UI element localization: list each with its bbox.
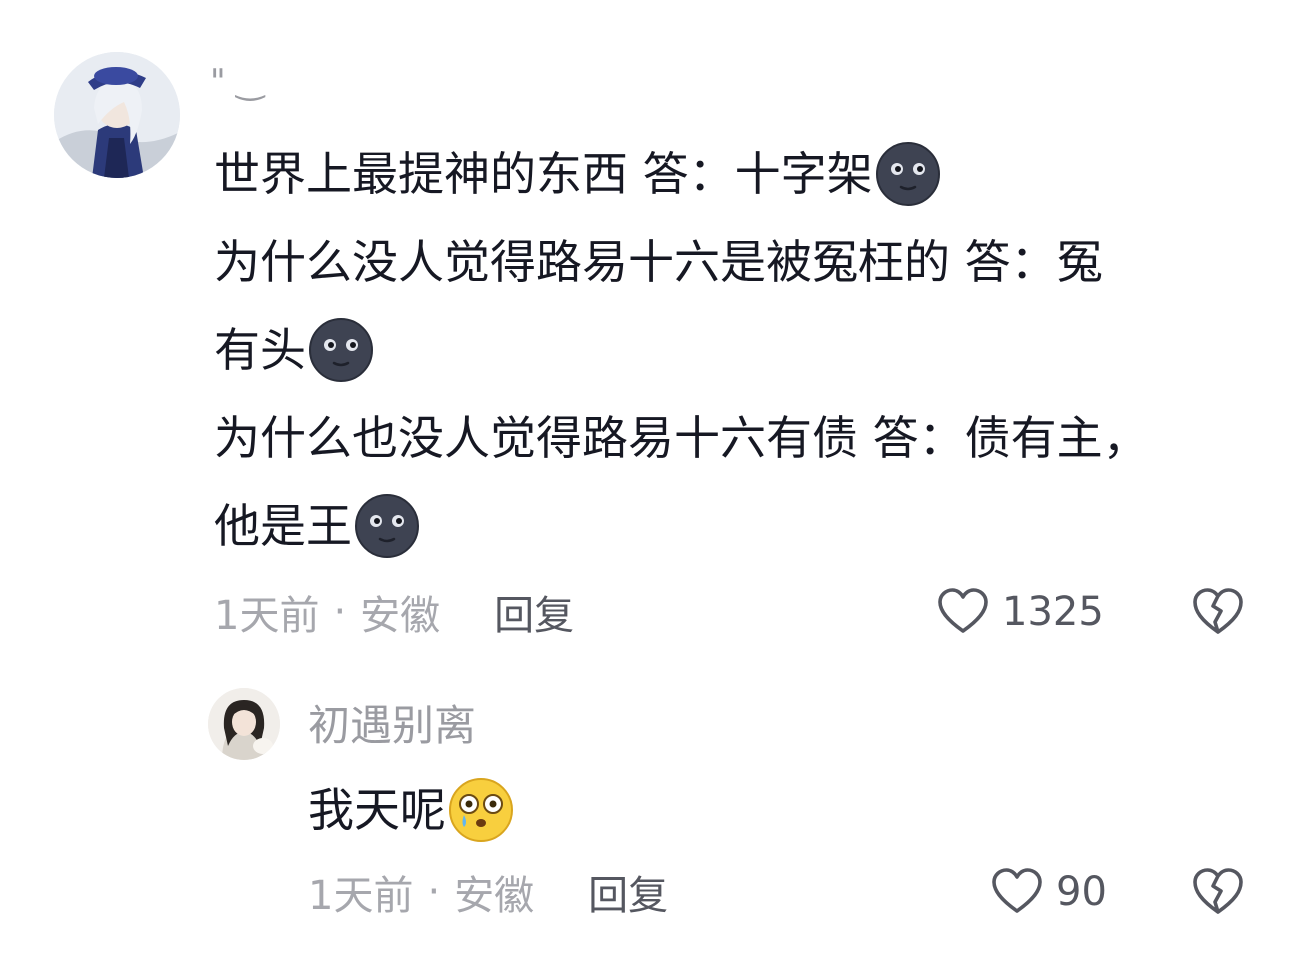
comment-line-text: 有头: [214, 323, 306, 377]
reply-avatar[interactable]: [208, 688, 280, 760]
commenter-avatar[interactable]: [54, 52, 180, 178]
comment-location: 安徽: [360, 593, 441, 639]
comment-line: 有头: [214, 306, 1264, 394]
reply-time: 1天前: [308, 873, 414, 919]
dislike-broken-heart-icon[interactable]: [1190, 584, 1246, 640]
new-moon-face-icon: [875, 141, 941, 207]
flushed-crying-face-icon: [448, 777, 514, 843]
heart-icon[interactable]: [990, 865, 1044, 919]
comment-text: 世界上最提神的东西 答：十字架 为什么没人觉得路易十六是被冤枉的 答：冤 有头: [214, 130, 1264, 570]
dislike-broken-heart-icon[interactable]: [1190, 864, 1246, 920]
reply-button[interactable]: 回复: [588, 863, 668, 921]
comment-line-text: 为什么没人觉得路易十六是被冤枉的 答：冤: [214, 235, 1103, 289]
like-button[interactable]: 90: [990, 862, 1107, 922]
comment-line-text: 他是王: [214, 499, 352, 553]
comment-line: 为什么也没人觉得路易十六有债 答：债有主，: [214, 394, 1264, 482]
new-moon-face-icon: [308, 317, 374, 383]
comment-line-text: 世界上最提神的东西 答：十字架: [214, 147, 873, 201]
reply-meta: 1天前 · 安徽 回复: [308, 862, 668, 922]
like-count: 90: [1056, 869, 1107, 915]
reply-location: 安徽: [454, 873, 535, 919]
comment-line: 为什么没人觉得路易十六是被冤枉的 答：冤: [214, 218, 1264, 306]
meta-separator: ·: [427, 869, 441, 915]
like-button[interactable]: 1325: [936, 582, 1104, 642]
comment-meta: 1天前 · 安徽 回复: [214, 582, 574, 642]
reply-text: 我天呢: [308, 770, 514, 850]
comment-line: 世界上最提神的东西 答：十字架: [214, 130, 1264, 218]
reply-text-content: 我天呢: [308, 783, 446, 837]
heart-icon[interactable]: [936, 585, 990, 639]
meta-separator: ·: [333, 589, 347, 635]
new-moon-face-icon: [354, 493, 420, 559]
comment-line-text: 为什么也没人觉得路易十六有债 答：债有主，: [214, 411, 1149, 465]
like-count: 1325: [1002, 589, 1104, 635]
reply-button[interactable]: 回复: [494, 583, 574, 641]
commenter-username[interactable]: " ‿: [210, 58, 264, 106]
comment-line: 他是王: [214, 482, 1264, 570]
comment-time: 1天前: [214, 593, 320, 639]
reply-username[interactable]: 初遇别离: [308, 698, 476, 754]
